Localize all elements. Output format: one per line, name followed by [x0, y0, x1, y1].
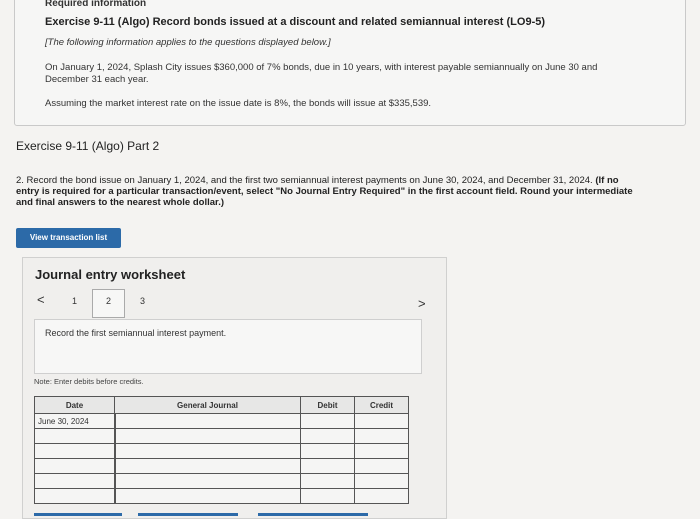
previous-page-icon[interactable]: < — [37, 292, 45, 307]
account-input[interactable] — [113, 473, 301, 489]
question-text: 2. Record the bond issue on January 1, 2… — [16, 175, 636, 208]
exercise-note: [The following information applies to th… — [45, 37, 331, 48]
account-input[interactable] — [113, 443, 301, 459]
page-1-link[interactable]: 1 — [72, 296, 77, 306]
exercise-paragraph-2: Assuming the market interest rate on the… — [45, 98, 432, 109]
journal-header-row: Date General Journal Debit Credit — [34, 396, 409, 414]
account-input[interactable] — [113, 488, 301, 504]
question-main: 2. Record the bond issue on January 1, 2… — [16, 175, 593, 186]
exercise-paragraph-1: On January 1, 2024, Splash City issues $… — [45, 62, 598, 85]
part-title: Exercise 9-11 (Algo) Part 2 — [16, 139, 160, 153]
debit-input[interactable] — [300, 458, 355, 474]
date-cell — [34, 488, 115, 504]
credit-column-header: Credit — [354, 396, 409, 414]
debit-input[interactable] — [300, 413, 355, 429]
required-information-heading: Required information — [45, 0, 147, 9]
debit-column-header: Debit — [300, 396, 355, 414]
credit-input[interactable] — [354, 458, 409, 474]
debit-input[interactable] — [300, 473, 355, 489]
credit-input[interactable] — [354, 473, 409, 489]
table-row — [34, 443, 409, 459]
general-journal-column-header: General Journal — [114, 396, 301, 414]
table-row — [34, 458, 409, 474]
account-input[interactable] — [113, 428, 301, 444]
credit-input[interactable] — [354, 488, 409, 504]
account-input[interactable] — [113, 413, 301, 429]
worksheet-title: Journal entry worksheet — [35, 267, 186, 282]
date-cell — [34, 473, 115, 489]
table-row — [34, 428, 409, 444]
debit-input[interactable] — [300, 428, 355, 444]
journal-table: Date General Journal Debit Credit June 3… — [34, 396, 409, 504]
date-cell — [34, 443, 115, 459]
credit-input[interactable] — [354, 428, 409, 444]
date-cell — [34, 458, 115, 474]
note-text: Note: Enter debits before credits. — [34, 377, 144, 386]
account-input[interactable] — [113, 458, 301, 474]
page-3-link[interactable]: 3 — [140, 296, 145, 306]
exercise-title: Exercise 9-11 (Algo) Record bonds issued… — [45, 16, 546, 28]
page-2-link[interactable]: 2 — [106, 296, 111, 306]
date-cell — [34, 428, 115, 444]
debit-input[interactable] — [300, 488, 355, 504]
table-row — [34, 473, 409, 489]
instruction-text: Record the first semiannual interest pay… — [45, 328, 227, 338]
table-row: June 30, 2024 — [34, 413, 409, 429]
date-cell: June 30, 2024 — [34, 413, 115, 429]
debit-input[interactable] — [300, 443, 355, 459]
table-row — [34, 488, 409, 504]
credit-input[interactable] — [354, 443, 409, 459]
credit-input[interactable] — [354, 413, 409, 429]
date-column-header: Date — [34, 396, 115, 414]
view-transaction-list-button[interactable]: View transaction list — [16, 228, 121, 248]
next-page-icon[interactable]: > — [418, 296, 426, 311]
